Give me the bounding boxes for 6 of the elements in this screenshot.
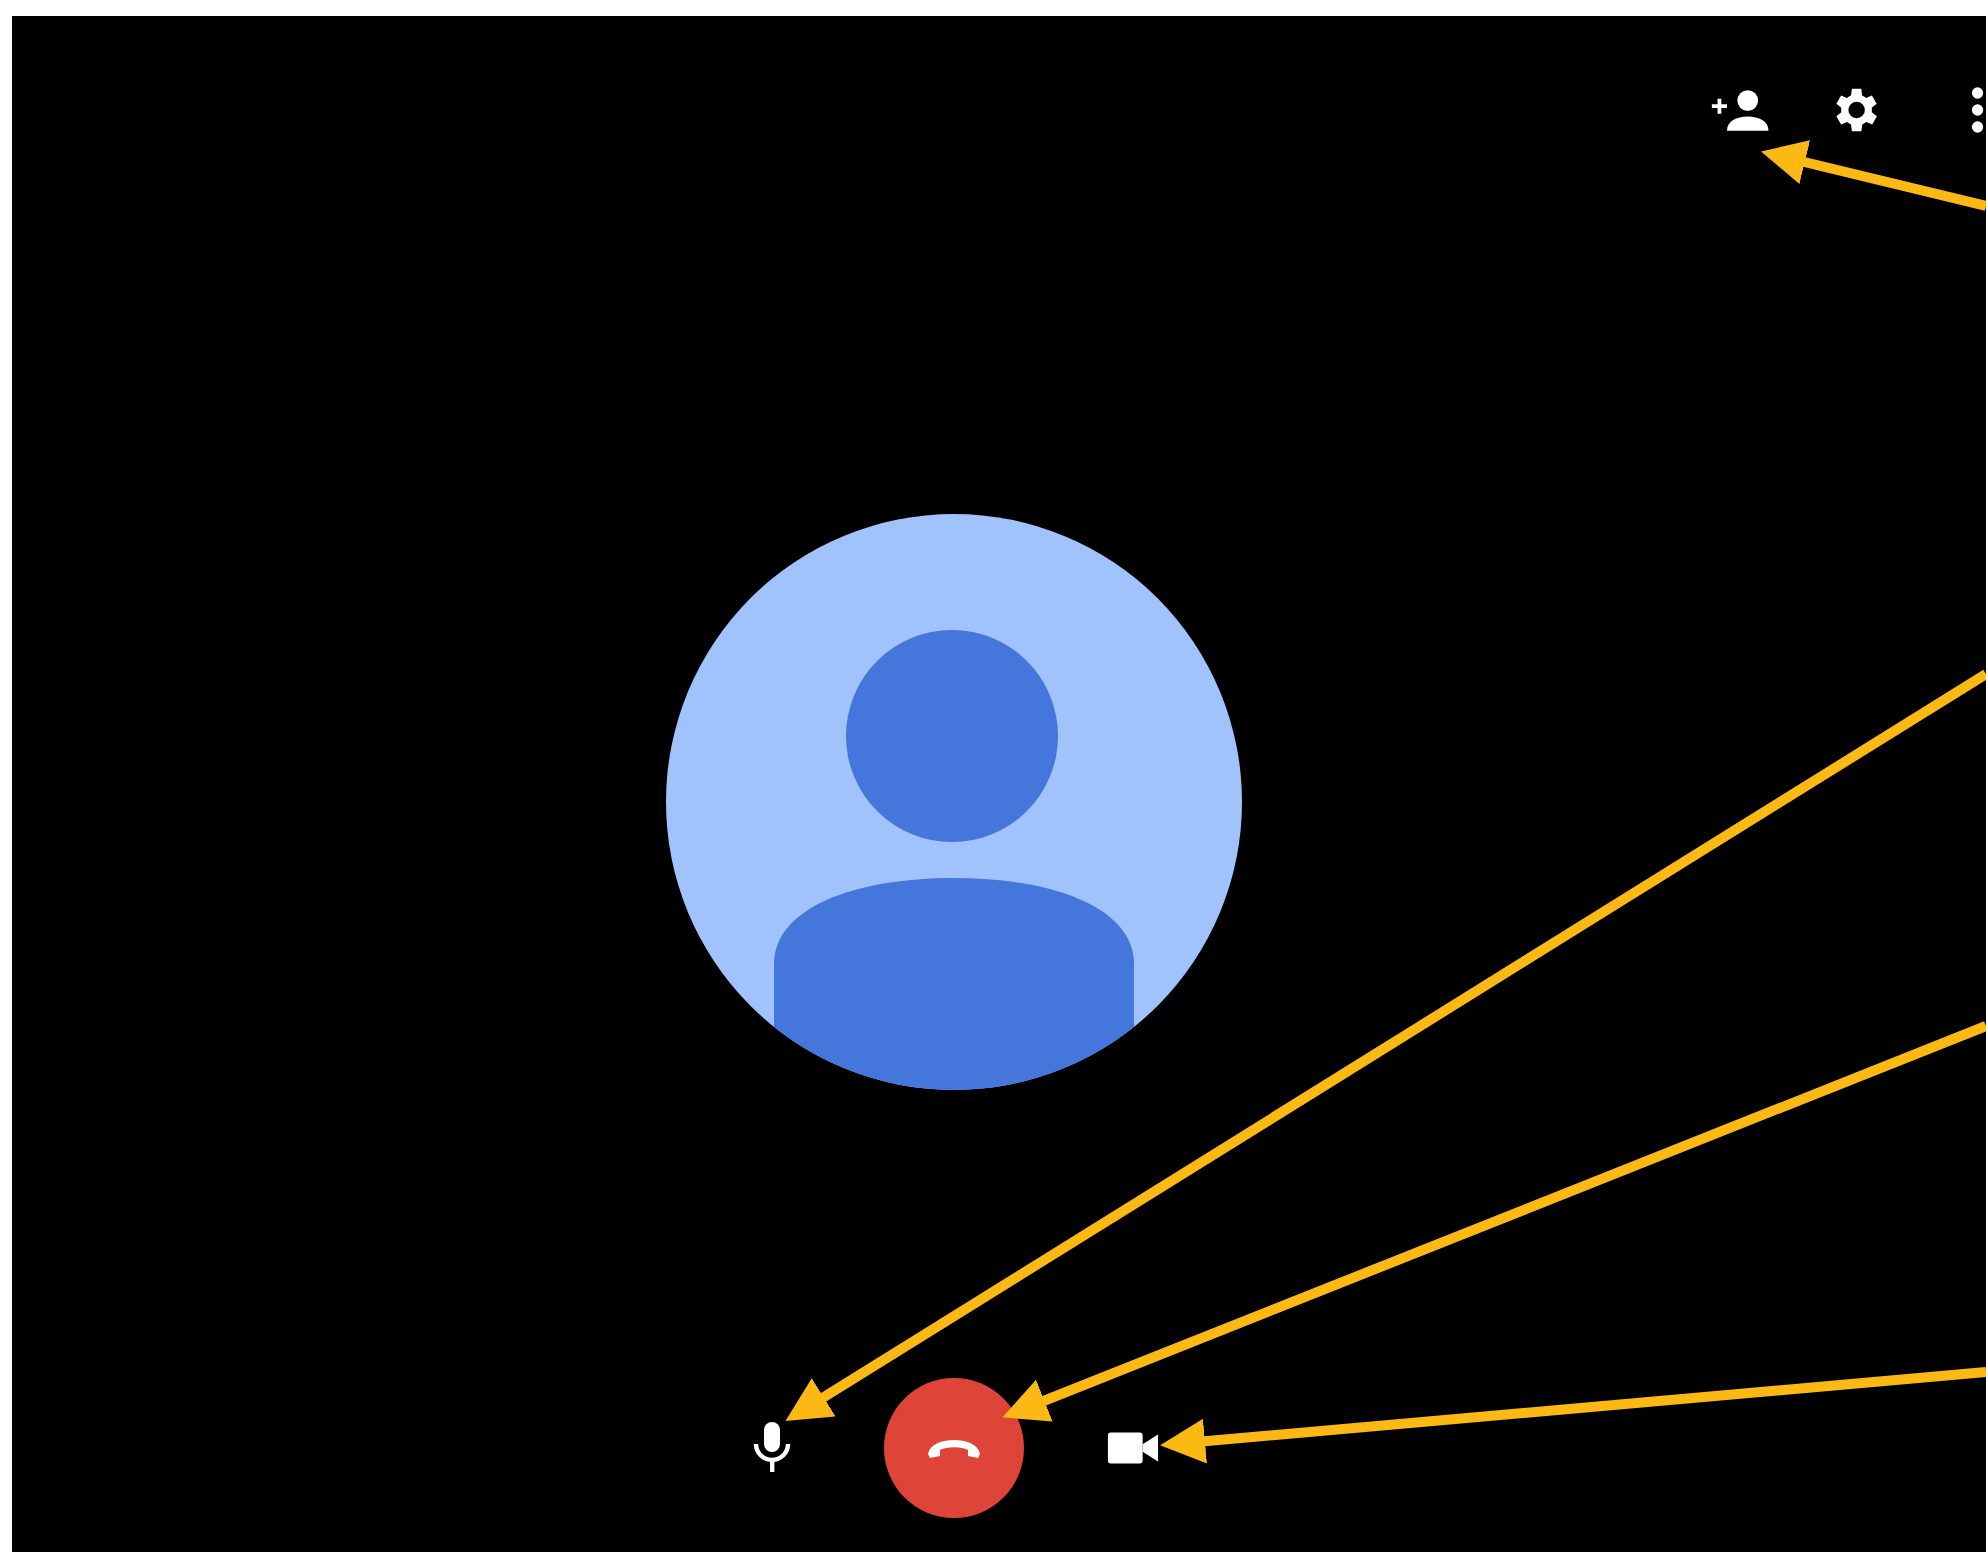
video-camera-icon[interactable]	[1106, 1430, 1160, 1466]
phone-icon	[924, 1434, 984, 1462]
more-icon[interactable]	[1970, 84, 1986, 136]
avatar-icon	[666, 514, 1242, 1090]
add-person-icon[interactable]	[1710, 88, 1771, 132]
microphone-icon[interactable]	[748, 1420, 796, 1476]
